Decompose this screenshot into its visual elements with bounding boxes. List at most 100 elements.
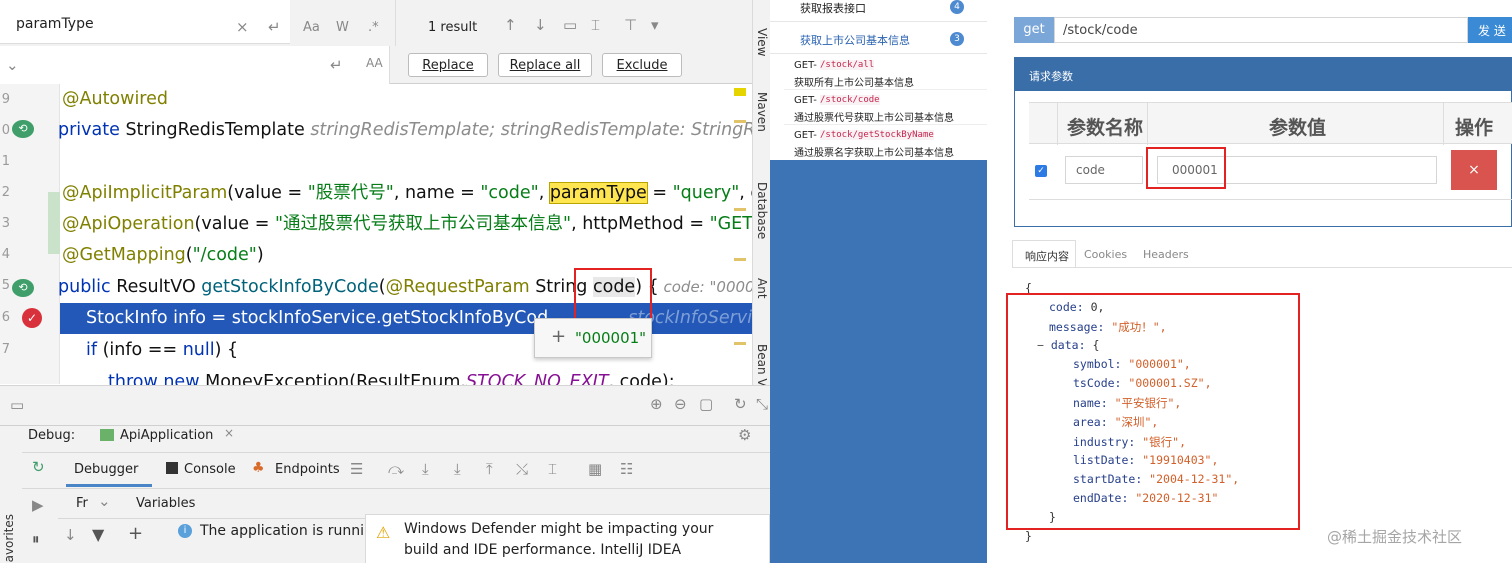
expand-icon[interactable]: ⌄	[6, 56, 19, 74]
param-checkbox[interactable]: ✓	[1035, 165, 1047, 177]
tab-endpoints[interactable]: Endpoints	[275, 462, 340, 477]
resume-icon[interactable]: ▶	[32, 496, 44, 514]
pause-icon[interactable]: ⏸	[32, 530, 40, 548]
string-literal: "通过股票代号获取上市公司基本信息"	[274, 214, 572, 234]
tab-headers[interactable]: Headers	[1143, 248, 1189, 261]
endpoint-desc: 通过股票代号获取上市公司基本信息	[794, 113, 954, 124]
api-group[interactable]: 获取报表接口 4	[770, 0, 987, 22]
tab-bean-validation[interactable]: Bean V	[755, 344, 769, 387]
endpoint-item[interactable]: GET- /stock/code 通过股票代号获取上市公司基本信息	[784, 91, 987, 125]
url-input[interactable]: /stock/code	[1054, 17, 1468, 43]
code-line: @GetMapping("/code")	[62, 240, 264, 271]
filter-icon[interactable]: ▾	[651, 16, 659, 34]
tab-maven[interactable]: Maven	[755, 92, 769, 132]
breakpoint-icon[interactable]: ✓	[22, 308, 42, 328]
param-name-input[interactable]: code	[1065, 156, 1143, 184]
tab-label: 响应内容	[1025, 250, 1069, 263]
tab-favorites[interactable]: avorites	[2, 514, 16, 562]
col-action: 操作	[1455, 117, 1494, 139]
bean-icon[interactable]: ⟲	[12, 279, 34, 297]
delete-param-button[interactable]: ×	[1451, 150, 1497, 190]
col-param-name: 参数名称	[1067, 117, 1144, 139]
send-button[interactable]: 发 送	[1468, 17, 1512, 43]
step-over-icon[interactable]: ⤼	[388, 460, 404, 478]
code-text: , httpMethod =	[571, 214, 710, 234]
chevron-down-icon[interactable]: ⌄	[98, 492, 111, 510]
endpoint-desc: 获取所有上市公司基本信息	[794, 78, 914, 89]
endpoint-method: GET-	[794, 130, 817, 141]
whole-words-icon[interactable]: W	[336, 20, 349, 35]
inline-hint: stringRedisTemplate: StringRe	[495, 120, 767, 140]
add-watch-icon[interactable]: +	[551, 326, 566, 347]
debug-value-popup[interactable]: + "000001"	[534, 318, 652, 358]
string-literal: "股票代号"	[307, 183, 394, 203]
tab-view[interactable]: View	[755, 28, 769, 56]
newline-icon[interactable]: ↵	[268, 18, 281, 36]
clear-icon[interactable]: ×	[236, 18, 249, 36]
endpoint-item[interactable]: GET- /stock/getStockByName 通过股票名字获取上市公司基…	[784, 126, 987, 160]
code-text: (info ==	[97, 340, 183, 360]
editor-bottom-toolbar: ▭ ⊕ ⊖ ▢ ↻ ⤡	[0, 385, 770, 425]
fit-icon[interactable]: ▢	[699, 395, 713, 413]
gear-icon[interactable]: ⚙	[738, 426, 751, 444]
tab-ant[interactable]: Ant	[755, 278, 769, 299]
highlight-box	[1146, 147, 1226, 189]
keyword: if	[86, 340, 98, 360]
rerun-icon[interactable]: ↻	[32, 458, 45, 476]
filter-icon[interactable]: ⊤	[624, 16, 637, 34]
zoom-in-icon[interactable]: ⊕	[650, 395, 663, 413]
tab-cookies[interactable]: Cookies	[1084, 248, 1127, 261]
match-case-icon[interactable]: Aa	[303, 20, 320, 35]
layout-icon[interactable]: ▭	[10, 396, 24, 414]
step-out-icon[interactable]: ⤒	[486, 460, 493, 478]
step-into-icon[interactable]: ⤓	[422, 460, 429, 478]
tab-console[interactable]: Console	[184, 462, 236, 477]
bean-icon[interactable]: ⟲	[12, 120, 34, 138]
ide-window: paramType × ↵ Aa W .* ⌄ ↵ AA 1 result ↑ …	[0, 0, 770, 563]
endpoint-item[interactable]: GET- /stock/all 获取所有上市公司基本信息	[784, 56, 987, 90]
endpoint-method: GET-	[794, 60, 817, 71]
exclude-button[interactable]: Exclude	[602, 53, 682, 77]
run-to-cursor-icon[interactable]: ⌶	[548, 460, 557, 478]
arrow-down-icon[interactable]: ↓	[64, 526, 77, 544]
info-icon: i	[178, 524, 192, 538]
newline-icon[interactable]: ↵	[330, 56, 343, 74]
replace-all-button[interactable]: Replace all	[498, 53, 592, 77]
tab-response[interactable]: 响应内容	[1012, 240, 1076, 268]
close-icon[interactable]: ×	[224, 426, 234, 440]
replace-button[interactable]: Replace	[408, 53, 488, 77]
divider	[22, 452, 770, 453]
multiline-icon[interactable]: ⌶	[591, 16, 600, 34]
select-all-icon[interactable]: ▭	[563, 16, 577, 34]
replace-input[interactable]: ⌄ ↵ AA	[0, 46, 390, 84]
api-group[interactable]: 获取上市公司基本信息 3	[770, 24, 987, 54]
api-sidebar: 获取报表接口 4 获取上市公司基本信息 3 GET- /stock/all 获取…	[770, 0, 987, 563]
settings-icon[interactable]: ⤡	[756, 395, 768, 413]
prev-occurrence-icon[interactable]: ↑	[504, 16, 517, 34]
regex-icon[interactable]: .*	[368, 20, 379, 35]
tab-database[interactable]: Database	[755, 182, 769, 239]
filter-icon[interactable]: ▼	[92, 525, 104, 544]
notification-balloon[interactable]: ⚠ Windows Defender might be impacting yo…	[365, 514, 770, 563]
drop-frame-icon[interactable]: ⤯	[516, 460, 528, 478]
zoom-out-icon[interactable]: ⊖	[674, 395, 687, 413]
tab-apiapplication[interactable]: ApiApplication	[120, 428, 213, 443]
notification-line: Windows Defender might be impacting your	[404, 521, 714, 537]
add-icon[interactable]: +	[128, 523, 143, 544]
preserve-case-icon[interactable]: AA	[366, 56, 383, 70]
string-literal: "code"	[480, 183, 539, 203]
method-name: getStockInfoByCode	[201, 277, 379, 297]
menu-icon[interactable]: ☰	[350, 460, 363, 478]
table-icon[interactable]: ▦	[588, 460, 602, 478]
next-occurrence-icon[interactable]: ↓	[534, 16, 547, 34]
trace-icon[interactable]: ☷	[620, 460, 633, 478]
method-label: get	[1014, 17, 1054, 43]
divider	[1057, 103, 1058, 145]
code-text: StockInfo info = stockInfoService.getSto…	[86, 308, 549, 328]
annotation: @Autowired	[62, 89, 168, 109]
tab-debugger[interactable]: Debugger	[74, 462, 138, 477]
refresh-icon[interactable]: ↻	[734, 395, 747, 413]
warning-icon: ⚠	[376, 523, 391, 542]
force-step-into-icon[interactable]: ⤓	[454, 460, 461, 478]
endpoint-method: GET-	[794, 95, 817, 106]
